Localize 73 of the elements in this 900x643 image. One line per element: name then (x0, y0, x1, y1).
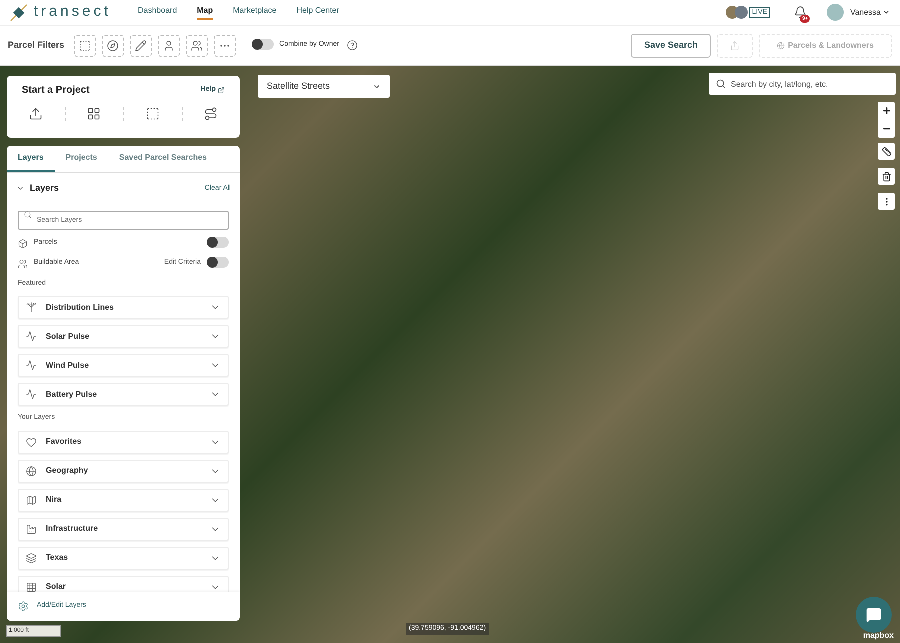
brand-name: transect (34, 2, 112, 22)
logo-icon (10, 4, 28, 22)
user-menu[interactable]: Vanessa (850, 6, 890, 18)
cube-icon (18, 238, 28, 248)
grid-icon (26, 582, 37, 592)
filter-tool-button[interactable] (102, 34, 124, 56)
panel-tab[interactable]: Saved Parcel Searches (108, 146, 218, 172)
panel-tab[interactable]: Layers (7, 146, 55, 172)
pulse-icon (26, 360, 37, 371)
globe-icon (777, 42, 786, 50)
user-avatar (827, 4, 844, 21)
heart-icon (26, 436, 37, 448)
layer-group-row[interactable]: Distribution Lines (18, 296, 229, 319)
layer-group-row[interactable]: Battery Pulse (18, 383, 229, 406)
layer-group-row[interactable]: Infrastructure (18, 518, 229, 540)
layer-toggle[interactable] (207, 236, 229, 248)
search-icon (716, 79, 726, 89)
layer-group-row[interactable]: Wind Pulse (18, 354, 229, 377)
layer-group-row[interactable]: Nira (18, 488, 229, 512)
layer-group-row[interactable]: Favorites (18, 430, 229, 454)
filter-label: Parcel Filters (8, 38, 65, 52)
upload-icon (28, 107, 43, 121)
search-icon (24, 211, 32, 219)
avatar (735, 6, 748, 19)
polygon-icon (78, 40, 91, 52)
people-icon (18, 258, 28, 268)
globe-icon (26, 466, 37, 476)
person-icon (162, 40, 175, 52)
map-tool-button[interactable] (878, 143, 895, 160)
panel-tab[interactable]: Projects (54, 146, 108, 172)
grid-icon (87, 107, 102, 121)
layer-toggle[interactable] (207, 256, 229, 268)
layer-group-row[interactable]: Solar Pulse (18, 325, 229, 348)
basemap-dropdown[interactable]: Satellite Streets (258, 75, 390, 98)
nav-link[interactable]: Dashboard (138, 5, 178, 20)
save-search-button[interactable]: Save Search (631, 34, 711, 58)
nav-link[interactable]: Marketplace (233, 5, 277, 20)
pencil-icon (134, 40, 147, 52)
combine-toggle[interactable] (252, 38, 274, 50)
external-link-icon (218, 87, 225, 94)
location-search-field[interactable]: Search by city, lat/long, etc. (709, 73, 896, 95)
layer-group-row[interactable]: Geography (18, 460, 229, 482)
pulse-icon (26, 331, 37, 342)
filter-tool-button[interactable] (130, 34, 152, 56)
export-icon (730, 40, 740, 50)
zoom-in-icon[interactable] (882, 106, 892, 116)
filter-tool-button[interactable] (158, 34, 180, 56)
nav-link[interactable]: Help Center (296, 5, 340, 20)
compass-icon (106, 40, 119, 52)
settings-icon (18, 601, 29, 612)
chat-icon (866, 607, 882, 623)
map-icon (26, 494, 37, 506)
ruler-icon (882, 146, 892, 156)
utility-pole-icon (26, 302, 37, 313)
map-attribution: mapbox (863, 630, 894, 642)
nav-link[interactable]: Map (197, 5, 214, 20)
section-title: Layers (30, 182, 60, 195)
notifications-icon[interactable] (794, 6, 808, 19)
caret-icon (373, 82, 381, 90)
pulse-icon (26, 389, 37, 400)
factory-icon (26, 524, 37, 534)
polygon-icon (146, 107, 160, 121)
layer-group-row[interactable]: Solar (18, 576, 229, 592)
route-icon (204, 107, 218, 121)
help-icon[interactable] (347, 40, 358, 51)
trash-icon (882, 172, 892, 182)
caret-icon (883, 9, 890, 16)
layer-group-row[interactable]: Texas (18, 546, 229, 570)
filter-tool-button[interactable] (186, 34, 208, 56)
layers-icon (26, 552, 37, 564)
map-tool-button[interactable] (878, 168, 895, 185)
people-icon (190, 40, 203, 52)
card-title: Start a Project (22, 84, 90, 98)
